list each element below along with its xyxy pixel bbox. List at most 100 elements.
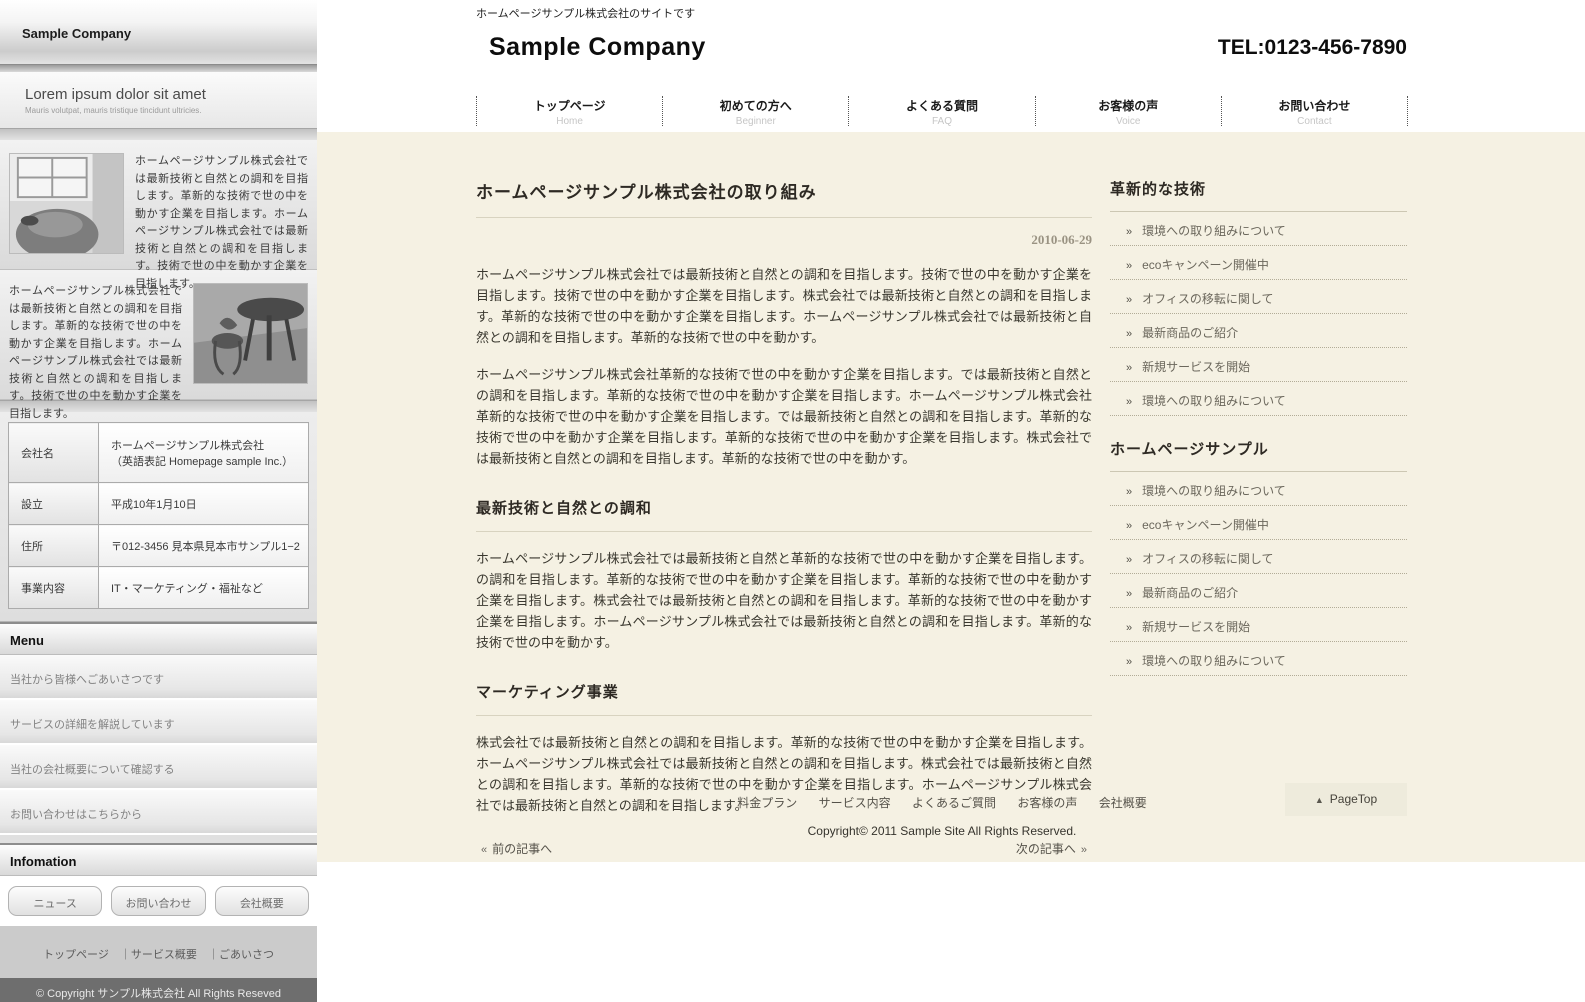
prev-article-link[interactable]: «前の記事へ	[476, 840, 552, 857]
double-arrow-icon: »	[1126, 396, 1132, 408]
company-name-line1: ホームページサンプル株式会社	[111, 437, 302, 453]
sidebar-link-label: 最新商品のご紹介	[1142, 326, 1238, 340]
main-nav: トップページ Home 初めての方へ Beginner よくある質問 FAQ お…	[476, 96, 1408, 126]
sidebar-heading-tech: 革新的な技術	[1110, 178, 1407, 212]
pagetop-label: PageTop	[1330, 792, 1377, 806]
table-row: 住所 〒012-3456 見本県見本市サンプル1−2	[9, 525, 309, 567]
hero-title: Lorem ipsum dolor sit amet	[25, 86, 317, 103]
double-arrow-icon: »	[1126, 588, 1132, 600]
mobile-footer-nav: トップページ ｜サービス概要 ｜ごあいさつ	[0, 926, 317, 978]
menu-item-greeting[interactable]: 当社から皆様へごあいさつです	[0, 655, 317, 700]
company-button[interactable]: 会社概要	[215, 886, 309, 916]
sidebar-link[interactable]: » 新規サービスを開始	[1110, 348, 1407, 382]
menu-item-company[interactable]: 当社の会社概要について確認する	[0, 745, 317, 790]
mobile-copyright: © Copyright サンプル株式会社 All Rights Reseved	[0, 978, 317, 1002]
terrace-table-photo	[193, 283, 308, 384]
sidebar-link[interactable]: » 環境への取り組みについて	[1110, 472, 1407, 506]
header-divider	[0, 64, 317, 72]
sidebar-link-label: ecoキャンペーン開催中	[1142, 258, 1269, 272]
double-arrow-icon: »	[1126, 520, 1132, 532]
sidebar-link-label: 最新商品のご紹介	[1142, 586, 1238, 600]
menu-item-service[interactable]: サービスの詳細を解説しています	[0, 700, 317, 745]
interior-chair-photo	[9, 153, 124, 254]
phone-number: TEL:0123-456-7890	[476, 36, 1407, 60]
article-date: 2010-06-29	[476, 232, 1092, 248]
footer-link-service[interactable]: サービス内容	[819, 796, 891, 810]
row-value: ホームページサンプル株式会社 （英語表記 Homepage sample Inc…	[99, 423, 309, 483]
row-value: 〒012-3456 見本県見本市サンプル1−2	[99, 525, 309, 567]
menu-heading: Menu	[0, 622, 317, 655]
company-info-table: 会社名 ホームページサンプル株式会社 （英語表記 Homepage sample…	[0, 412, 317, 622]
footnav-top-link[interactable]: トップページ	[43, 949, 109, 961]
nav-sublabel: FAQ	[849, 116, 1034, 127]
sidebar-heading-sample: ホームページサンプル	[1110, 438, 1407, 472]
double-arrow-icon: »	[1126, 362, 1132, 374]
nav-label: トップページ	[477, 97, 662, 114]
sidebar-link-label: オフィスの移転に関して	[1142, 552, 1273, 566]
prev-article-label: 前の記事へ	[492, 842, 552, 856]
hero-subtitle: Mauris volutpat, mauris tristique tincid…	[25, 106, 317, 115]
nav-label: お問い合わせ	[1222, 97, 1407, 114]
contact-button[interactable]: お問い合わせ	[111, 886, 205, 916]
double-arrow-icon: »	[1126, 328, 1132, 340]
sidebar-link[interactable]: » 最新商品のご紹介	[1110, 314, 1407, 348]
about-block-1: ホームページサンプル株式会社では最新技術と自然との調和を目指します。革新的な技術…	[0, 140, 317, 270]
table-row: 会社名 ホームページサンプル株式会社 （英語表記 Homepage sample…	[9, 423, 309, 483]
next-article-link[interactable]: 次の記事へ»	[1016, 840, 1092, 857]
row-label: 会社名	[9, 423, 99, 483]
article-paragraph: ホームページサンプル株式会社革新的な技術で世の中を動かす企業を目指します。では最…	[476, 364, 1092, 469]
sidebar-link[interactable]: »環境への取り組みについて	[1110, 642, 1407, 676]
sidebar-link[interactable]: » オフィスの移転に関して	[1110, 280, 1407, 314]
row-value: IT・マーケティング・福祉など	[99, 567, 309, 609]
nav-item-home[interactable]: トップページ Home	[476, 96, 662, 126]
content-area: ホームページサンプル株式会社の取り組み 2010-06-29 ホームページサンプ…	[317, 132, 1585, 862]
sidebar-link[interactable]: » オフィスの移転に関して	[1110, 540, 1407, 574]
sidebar-link[interactable]: » 最新商品のご紹介	[1110, 574, 1407, 608]
footnav-greeting-link[interactable]: ｜ごあいさつ	[208, 949, 274, 961]
news-button[interactable]: ニュース	[8, 886, 102, 916]
double-arrow-icon: »	[1126, 554, 1132, 566]
nav-item-faq[interactable]: よくある質問 FAQ	[848, 96, 1034, 126]
next-article-label: 次の記事へ	[1016, 842, 1076, 856]
mobile-brand: Sample Company	[0, 0, 317, 64]
sidebar-link-label: ecoキャンペーン開催中	[1142, 518, 1269, 532]
sidebar-link[interactable]: »新規サービスを開始	[1110, 608, 1407, 642]
site-tagline: ホームページサンプル株式会社のサイトです	[476, 5, 695, 21]
sidebar-link-label: 環境への取り組みについて	[1142, 394, 1286, 408]
article: ホームページサンプル株式会社の取り組み 2010-06-29 ホームページサンプ…	[476, 132, 1092, 857]
mobile-hero: Lorem ipsum dolor sit amet Mauris volutp…	[0, 72, 317, 128]
about-block-2: ホームページサンプル株式会社では最新技術と自然との調和を目指します。革新的な技術…	[0, 270, 317, 400]
article-paragraph: ホームページサンプル株式会社では最新技術と自然との調和を目指します。技術で世の中…	[476, 264, 1092, 348]
nav-sublabel: Home	[477, 116, 662, 127]
about-text-2: ホームページサンプル株式会社では最新技術と自然との調和を目指します。革新的な技術…	[9, 283, 182, 399]
article-title: ホームページサンプル株式会社の取り組み	[476, 178, 1092, 218]
nav-sublabel: Beginner	[663, 116, 848, 127]
footer-link-voice[interactable]: お客様の声	[1017, 796, 1077, 810]
menu-item-contact[interactable]: お問い合わせはこちらから	[0, 790, 317, 835]
double-arrow-icon: »	[1126, 486, 1132, 498]
sidebar-link-label: オフィスの移転に関して	[1142, 292, 1273, 306]
nav-item-beginner[interactable]: 初めての方へ Beginner	[662, 96, 848, 126]
infomation-heading: Infomation	[0, 843, 317, 876]
nav-item-voice[interactable]: お客様の声 Voice	[1035, 96, 1221, 126]
article-pager: «前の記事へ 次の記事へ»	[476, 840, 1092, 857]
sidebar-link-label: 環境への取り組みについて	[1142, 654, 1286, 668]
nav-item-contact[interactable]: お問い合わせ Contact	[1221, 96, 1407, 126]
footnav-service-link[interactable]: ｜サービス概要	[120, 949, 197, 961]
double-arrow-icon: »	[1126, 622, 1132, 634]
footer-link-company[interactable]: 会社概要	[1099, 796, 1147, 810]
sidebar-link-label: 環境への取り組みについて	[1142, 484, 1286, 498]
pagetop-arrow-icon: ▲	[1315, 795, 1324, 805]
double-arrow-icon: »	[1126, 294, 1132, 306]
sidebar-link[interactable]: » 環境への取り組みについて	[1110, 382, 1407, 416]
table-row: 設立 平成10年1月10日	[9, 483, 309, 525]
sidebar-link[interactable]: » ecoキャンペーン開催中	[1110, 506, 1407, 540]
sidebar-link-label: 新規サービスを開始	[1142, 360, 1250, 374]
footer-link-price[interactable]: 料金プラン	[737, 796, 797, 810]
sidebar-link[interactable]: »ecoキャンペーン開催中	[1110, 246, 1407, 280]
pagetop-button[interactable]: ▲ PageTop	[1285, 783, 1407, 816]
section-heading-harmony: 最新技術と自然との調和	[476, 497, 1092, 532]
sidebar-link[interactable]: »環境への取り組みについて	[1110, 212, 1407, 246]
site-header: ホームページサンプル株式会社のサイトです Sample Company TEL:…	[317, 0, 1585, 132]
footer-link-faq[interactable]: よくあるご質問	[912, 796, 996, 810]
